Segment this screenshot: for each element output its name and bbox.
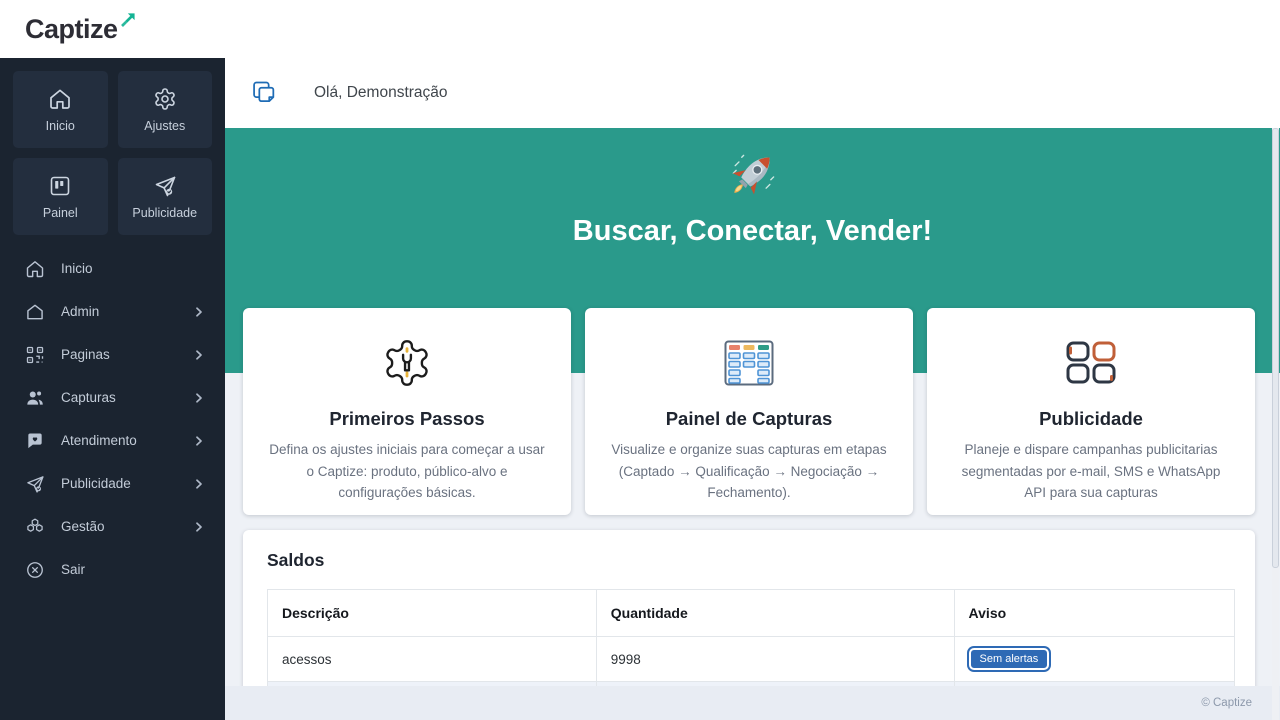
menu-label: Sair — [61, 562, 85, 577]
rocket-illustration — [723, 146, 783, 206]
chevron-right-icon — [193, 435, 205, 447]
sidebar-item-publicidade[interactable]: Publicidade — [0, 462, 225, 505]
tile-label: Ajustes — [144, 119, 185, 133]
main-content: Buscar, Conectar, Vender! Olá, Demonstra… — [225, 58, 1280, 720]
menu-label: Inicio — [61, 261, 93, 276]
column-header-descricao: Descrição — [268, 590, 597, 637]
tile-painel[interactable]: Painel — [13, 158, 108, 235]
menu-label: Capturas — [61, 390, 116, 405]
topbar: Olá, Demonstração — [225, 58, 1280, 128]
pages-icon[interactable] — [250, 79, 278, 107]
chevron-right-icon — [193, 521, 205, 533]
kanban-icon — [48, 174, 72, 198]
card-primeiros-passos[interactable]: Primeiros Passos Defina os ajustes inici… — [243, 308, 571, 515]
tile-label: Painel — [43, 206, 78, 220]
scrollbar-track[interactable] — [1272, 128, 1279, 720]
cell-aviso: Sem alertas — [954, 637, 1234, 682]
qr-code-icon — [25, 345, 45, 365]
kanban-board-icon — [724, 340, 774, 386]
logo-arrow-icon — [119, 12, 136, 29]
chat-heart-icon — [25, 431, 45, 451]
menu-label: Admin — [61, 304, 99, 319]
saldos-title: Saldos — [267, 550, 1235, 571]
card-painel-de-capturas[interactable]: Painel de Capturas Visualize e organize … — [585, 308, 913, 515]
footer: © Captize — [225, 686, 1280, 720]
tile-label: Inicio — [46, 119, 75, 133]
card-title: Painel de Capturas — [611, 408, 887, 430]
home-icon — [48, 87, 72, 111]
sem-alertas-badge[interactable]: Sem alertas — [969, 648, 1050, 670]
sidebar-menu: Inicio Admin Paginas Capturas Atendiment… — [0, 247, 225, 591]
grid-squares-icon — [1065, 340, 1117, 386]
sidebar-item-paginas[interactable]: Paginas — [0, 333, 225, 376]
tile-inicio[interactable]: Inicio — [13, 71, 108, 148]
tile-label: Publicidade — [132, 206, 197, 220]
menu-label: Gestão — [61, 519, 105, 534]
cell-quantidade: 9998 — [596, 637, 954, 682]
card-title: Primeiros Passos — [269, 408, 545, 430]
sidebar-item-sair[interactable]: Sair — [0, 548, 225, 591]
logout-icon — [25, 560, 45, 580]
send-icon — [153, 174, 177, 198]
table-header-row: Descrição Quantidade Aviso — [268, 590, 1235, 637]
logo-text: Captize — [25, 14, 118, 45]
card-title: Publicidade — [953, 408, 1229, 430]
column-header-aviso: Aviso — [954, 590, 1234, 637]
sidebar-item-capturas[interactable]: Capturas — [0, 376, 225, 419]
card-publicidade[interactable]: Publicidade Planeje e dispare campanhas … — [927, 308, 1255, 515]
chevron-right-icon — [193, 478, 205, 490]
sidebar-item-admin[interactable]: Admin — [0, 290, 225, 333]
house-icon — [25, 302, 45, 322]
sidebar: Inicio Ajustes Painel Publicidade Inicio… — [0, 58, 225, 720]
copyright-text: © Captize — [1201, 697, 1252, 709]
feature-cards: Primeiros Passos Defina os ajustes inici… — [243, 308, 1255, 515]
chevron-right-icon — [193, 392, 205, 404]
send-check-icon — [25, 474, 45, 494]
chevron-right-icon — [193, 306, 205, 318]
tile-ajustes[interactable]: Ajustes — [118, 71, 213, 148]
menu-label: Publicidade — [61, 476, 131, 491]
column-header-quantidade: Quantidade — [596, 590, 954, 637]
app-header: Captize — [0, 0, 1280, 58]
cell-descricao: acessos — [268, 637, 597, 682]
home-icon — [25, 259, 45, 279]
card-description: Visualize e organize suas capturas em et… — [611, 439, 887, 504]
sidebar-item-gestao[interactable]: Gestão — [0, 505, 225, 548]
boxes-icon — [25, 517, 45, 537]
sidebar-item-atendimento[interactable]: Atendimento — [0, 419, 225, 462]
table-row: acessos 9998 Sem alertas — [268, 637, 1235, 682]
gear-icon — [153, 87, 177, 111]
chevron-right-icon — [193, 349, 205, 361]
greeting-text: Olá, Demonstração — [314, 84, 448, 102]
captize-logo[interactable]: Captize — [25, 0, 135, 58]
scrollbar-thumb[interactable] — [1272, 128, 1279, 568]
menu-label: Paginas — [61, 347, 110, 362]
card-description: Planeje e dispare campanhas publicitaria… — [953, 439, 1229, 504]
tile-publicidade[interactable]: Publicidade — [118, 158, 213, 235]
sidebar-tiles: Inicio Ajustes Painel Publicidade — [0, 58, 225, 235]
sidebar-item-inicio[interactable]: Inicio — [0, 247, 225, 290]
users-icon — [25, 388, 45, 408]
hero-title: Buscar, Conectar, Vender! — [225, 215, 1280, 248]
menu-label: Atendimento — [61, 433, 137, 448]
gear-wrench-icon — [381, 337, 433, 389]
card-description: Defina os ajustes iniciais para começar … — [269, 439, 545, 504]
